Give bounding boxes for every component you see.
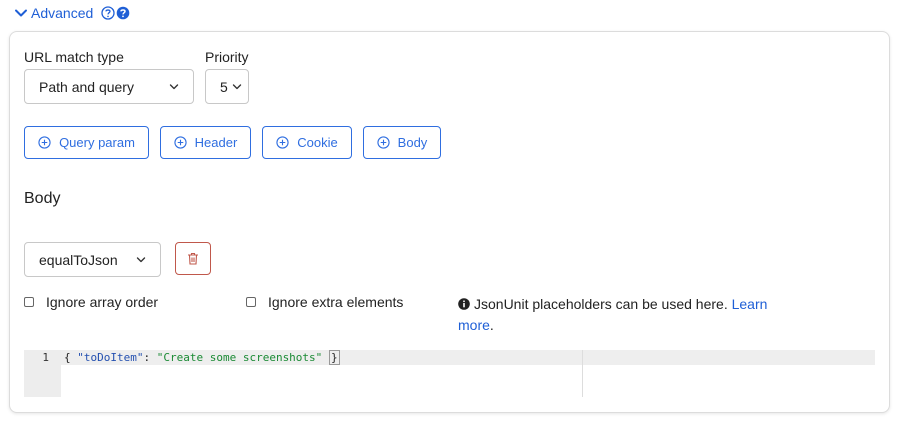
editor-line: { "toDoItem": "Create some screenshots" … (64, 350, 340, 365)
add-header-label: Header (194, 135, 238, 150)
plus-circle-icon (276, 136, 289, 149)
priority-label: Priority (205, 49, 249, 65)
body-matcher-value: equalToJson (39, 251, 118, 268)
close-brace: } (328, 350, 340, 365)
priority-value: 5 (220, 78, 228, 95)
chevron-down-icon (232, 83, 242, 89)
url-match-type-label: URL match type (24, 49, 124, 65)
add-query-param-button[interactable]: Query param (24, 126, 149, 159)
print-margin (582, 350, 583, 397)
chevron-down-icon (136, 256, 146, 262)
advanced-label[interactable]: Advanced (31, 5, 93, 21)
line-number: 1 (42, 351, 49, 364)
add-header-button[interactable]: Header (160, 126, 251, 159)
ignore-array-order-label: Ignore array order (46, 294, 159, 310)
add-body-label: Body (397, 135, 428, 150)
body-matcher-select[interactable]: equalToJson (24, 242, 161, 277)
ignore-array-order-checkbox[interactable] (24, 297, 34, 307)
jsonunit-note-suffix: . (489, 317, 494, 333)
jsonunit-note: JsonUnit placeholders can be used here. … (458, 294, 788, 336)
question-circle-outline-icon[interactable] (101, 6, 115, 20)
advanced-panel: URL match type Path and query Priority 5… (9, 31, 890, 413)
trash-icon (188, 252, 198, 265)
editor-gutter: 1 (24, 350, 61, 397)
jsonunit-note-text: JsonUnit placeholders can be used here. (474, 296, 728, 312)
chevron-down-icon (15, 9, 27, 17)
body-section-title: Body (24, 190, 61, 207)
question-circle-filled-icon[interactable] (116, 6, 130, 20)
json-key: "toDoItem" (77, 351, 144, 364)
url-match-type-select[interactable]: Path and query (24, 69, 194, 104)
priority-select[interactable]: 5 (205, 69, 249, 104)
add-cookie-label: Cookie (297, 135, 338, 150)
delete-body-matcher-button[interactable] (175, 242, 211, 275)
ignore-extra-elements-checkbox[interactable] (246, 297, 256, 307)
add-cookie-button[interactable]: Cookie (262, 126, 352, 159)
chevron-down-icon (169, 83, 179, 89)
json-body-editor[interactable]: 1 { "toDoItem": "Create some screenshots… (24, 350, 875, 397)
open-brace: { (64, 351, 78, 364)
plus-circle-icon (38, 136, 51, 149)
json-colon: : (143, 351, 157, 364)
json-value: "Create some screenshots" (156, 351, 323, 364)
ignore-extra-elements-option[interactable]: Ignore extra elements (246, 294, 403, 310)
plus-circle-icon (174, 136, 187, 149)
ignore-extra-elements-label: Ignore extra elements (268, 294, 404, 310)
ignore-array-order-option[interactable]: Ignore array order (24, 294, 158, 310)
add-query-param-label: Query param (59, 135, 135, 150)
url-match-type-value: Path and query (39, 78, 134, 95)
plus-circle-icon (377, 136, 390, 149)
info-circle-icon (458, 298, 470, 310)
advanced-toggle[interactable]: Advanced (14, 3, 131, 23)
add-body-button[interactable]: Body (363, 126, 441, 159)
